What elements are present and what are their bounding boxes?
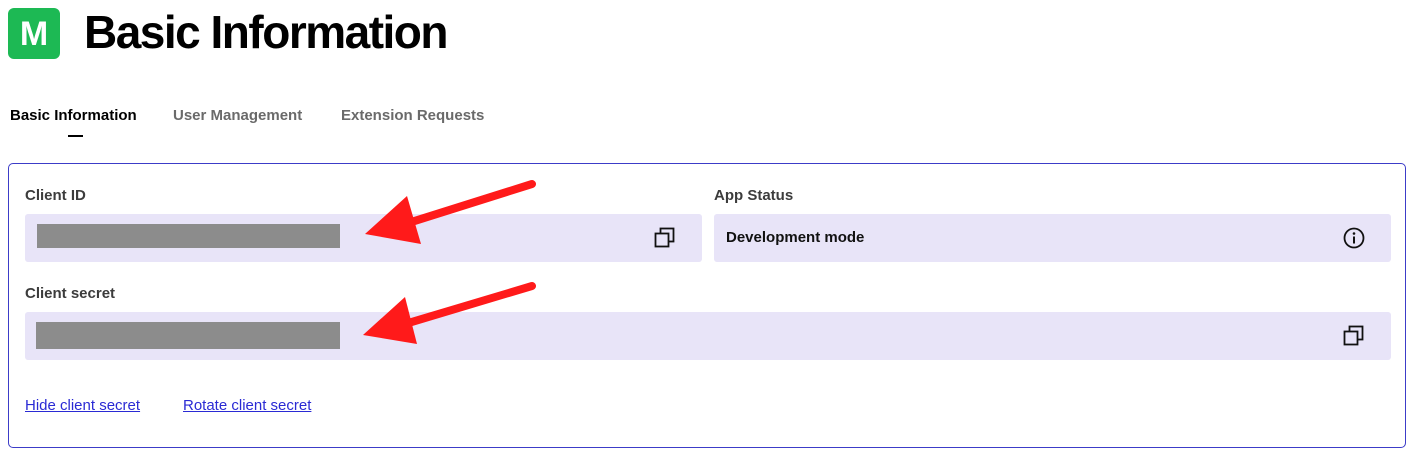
copy-icon[interactable]	[653, 226, 677, 255]
copy-icon-glyph	[1343, 325, 1364, 346]
tab-user-management[interactable]: User Management	[173, 106, 302, 126]
app-status-field: Development mode	[714, 214, 1391, 262]
rotate-client-secret-link[interactable]: Rotate client secret	[183, 396, 311, 416]
tab-basic-information[interactable]: Basic Information	[10, 106, 137, 126]
info-icon[interactable]	[1342, 226, 1366, 255]
app-logo: M	[8, 8, 60, 59]
tab-extension-requests[interactable]: Extension Requests	[341, 106, 484, 126]
app-status-value: Development mode	[726, 229, 865, 246]
client-secret-redacted-value	[36, 322, 340, 349]
client-id-label: Client ID	[25, 187, 86, 204]
credentials-card: Client ID App Status Development mode Cl…	[8, 163, 1406, 448]
client-id-redacted-value	[37, 224, 340, 248]
client-secret-field	[25, 312, 1391, 360]
arrow-icon	[365, 180, 536, 244]
app-status-label: App Status	[714, 187, 794, 204]
client-secret-label: Client secret	[25, 285, 116, 302]
page-title: Basic Information	[84, 6, 449, 58]
copy-icon[interactable]	[1342, 324, 1366, 353]
hide-client-secret-link[interactable]: Hide client secret	[25, 396, 140, 416]
info-icon-glyph	[1343, 227, 1365, 249]
active-tab-indicator	[68, 135, 83, 137]
arrow-icon	[363, 282, 536, 344]
app-logo-letter: M	[19, 14, 49, 53]
copy-icon-glyph	[654, 227, 675, 248]
